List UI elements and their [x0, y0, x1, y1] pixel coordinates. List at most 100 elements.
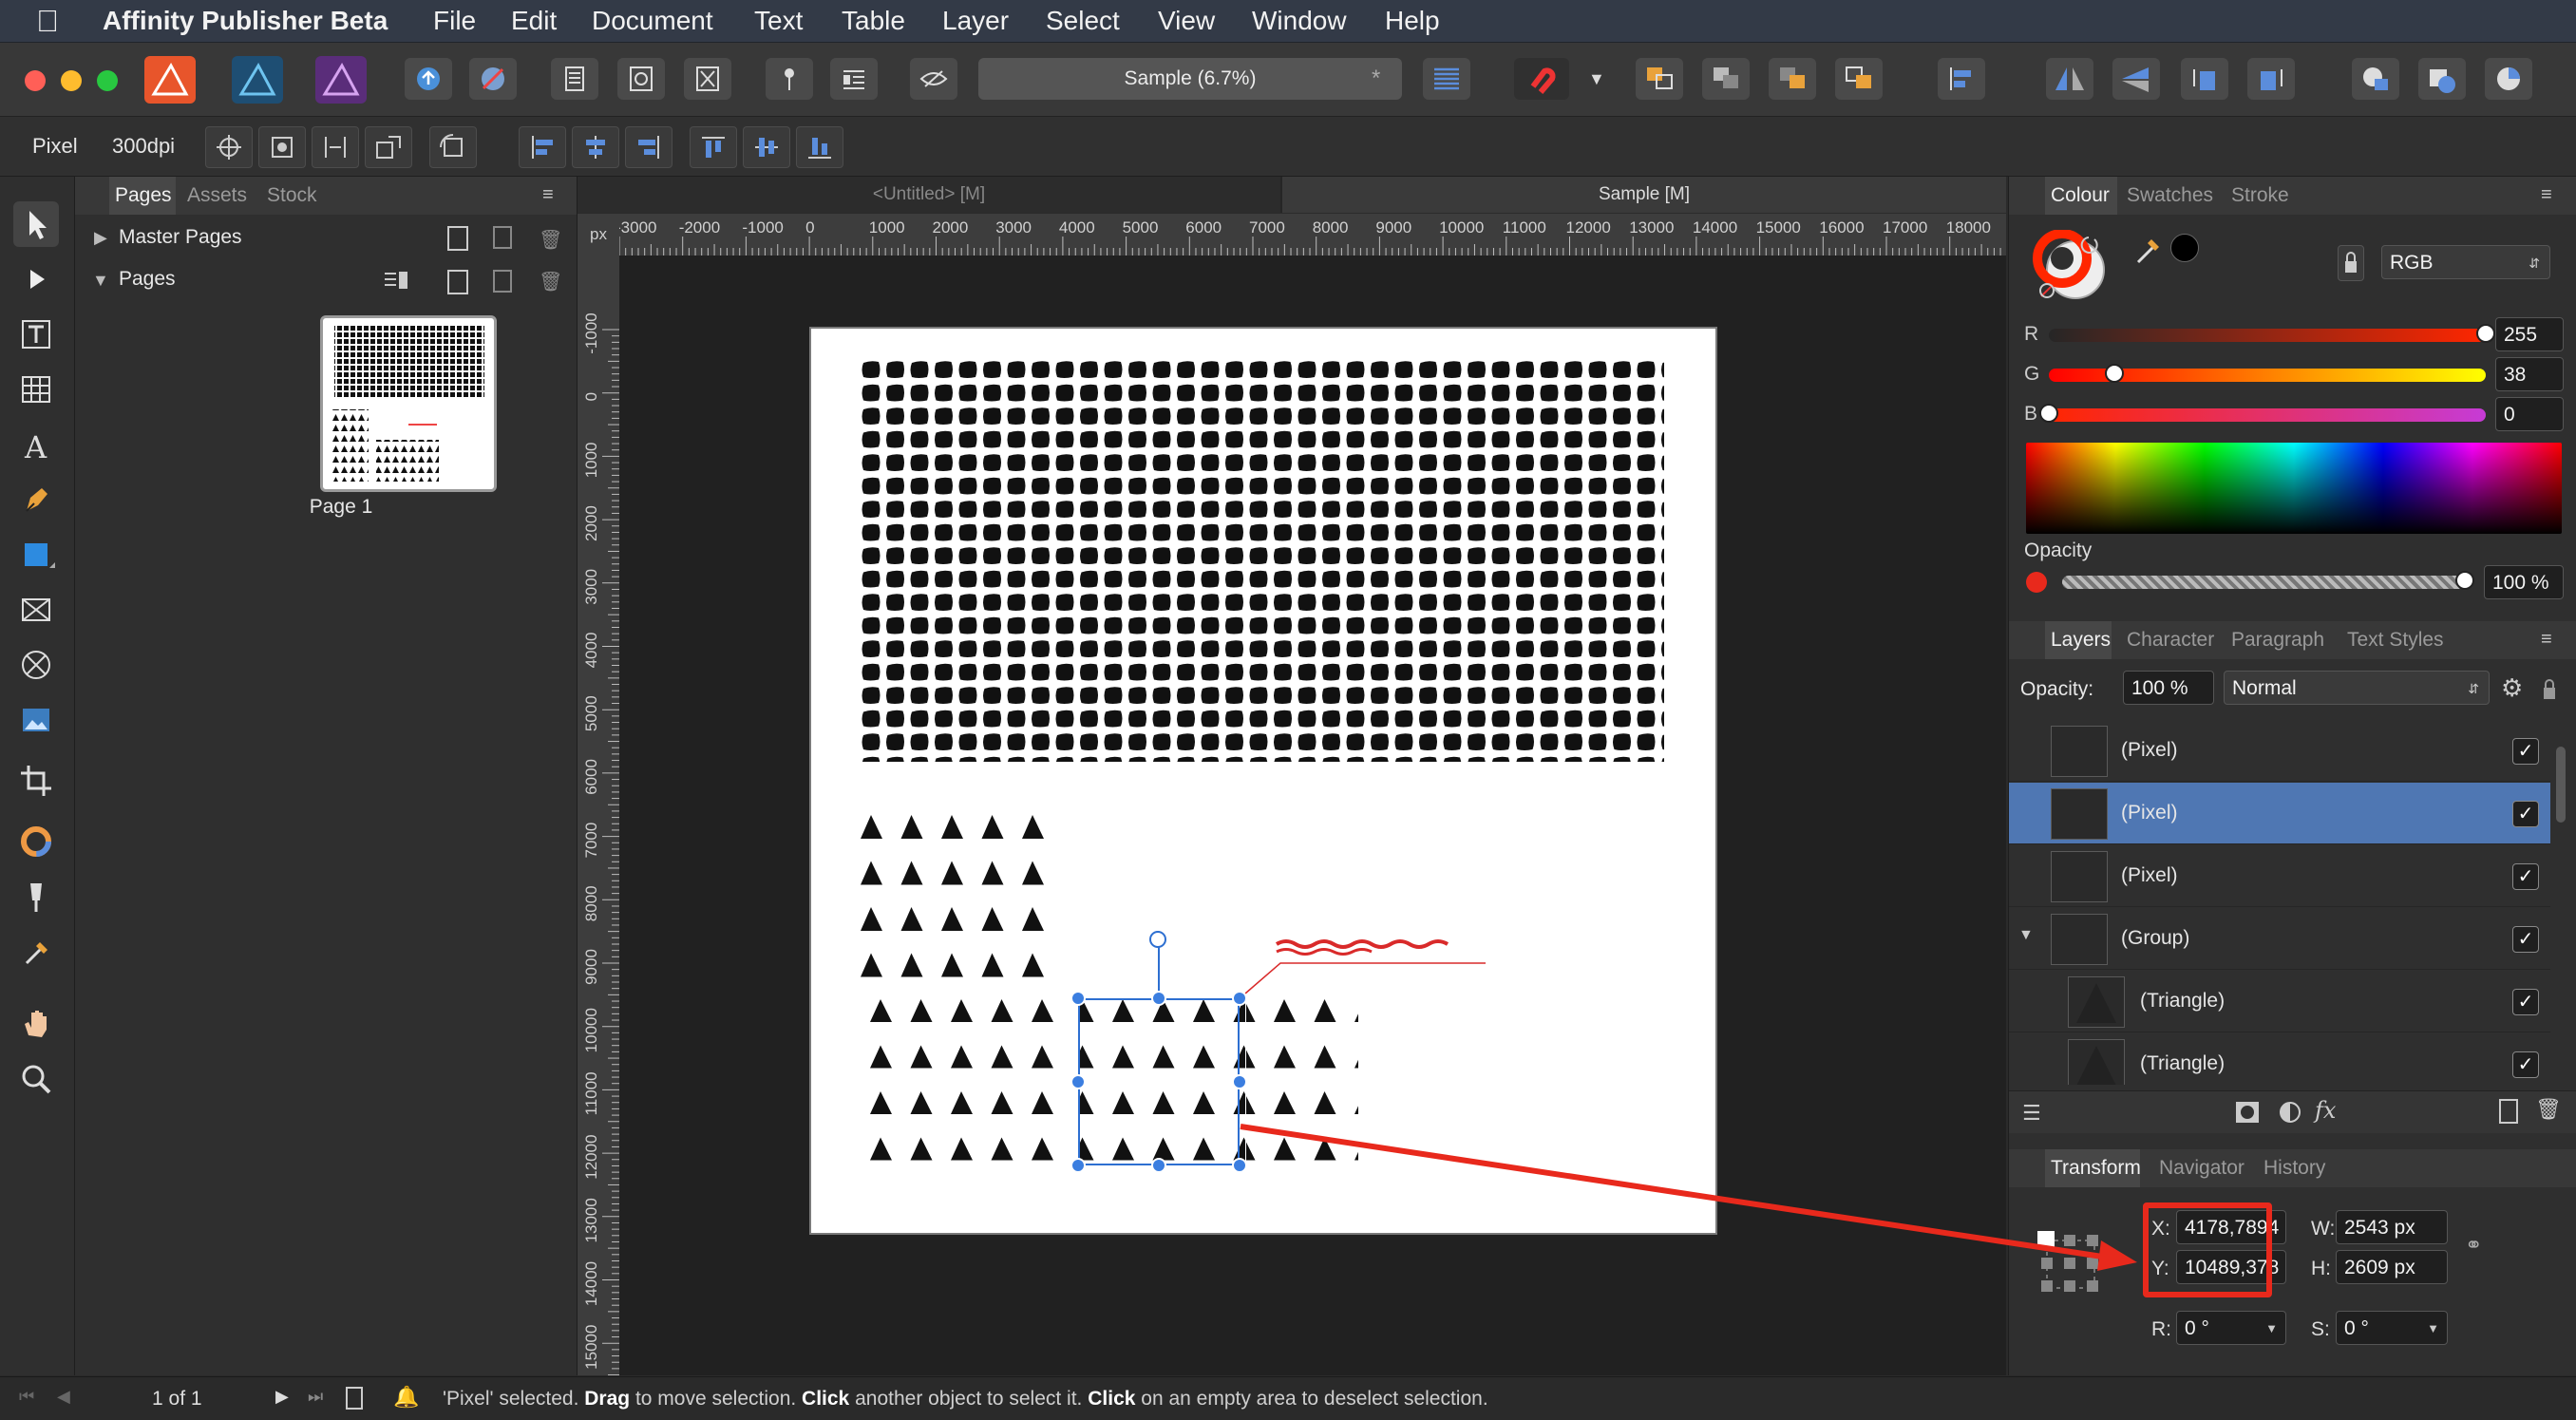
align-middle-icon[interactable] — [743, 126, 790, 168]
designer-persona-icon[interactable] — [232, 56, 283, 104]
g-value-field[interactable]: 38 — [2495, 357, 2564, 391]
frame-icon[interactable] — [684, 58, 731, 100]
r-value-field[interactable]: 255 — [2495, 317, 2564, 351]
link-proportions-icon[interactable]: ⚭ — [2465, 1233, 2482, 1258]
menu-text[interactable]: Text — [754, 0, 803, 42]
resize-handle-top-right[interactable] — [1232, 991, 1247, 1006]
b-slider-track[interactable] — [2039, 404, 2486, 423]
resize-icon[interactable] — [365, 126, 412, 168]
r-slider-knob[interactable] — [2476, 324, 2495, 343]
fill-tool-icon[interactable] — [13, 819, 59, 864]
move-tool-icon[interactable] — [13, 201, 59, 247]
minimize-window-button[interactable] — [61, 70, 82, 91]
add-operation-icon[interactable] — [2352, 58, 2399, 100]
master-pages-label[interactable]: Master Pages — [119, 226, 242, 249]
menu-view[interactable]: View — [1158, 0, 1215, 42]
master-page-duplicate-icon[interactable] — [493, 226, 512, 249]
opacity-value-field[interactable]: 100 % — [2484, 565, 2564, 599]
flip-vertical-icon[interactable] — [2112, 58, 2160, 100]
unit-label[interactable]: Pixel — [32, 117, 78, 176]
fx-icon[interactable]: fx — [2315, 1097, 2336, 1124]
menu-help[interactable]: Help — [1385, 0, 1440, 42]
rotate-icon[interactable] — [429, 126, 477, 168]
view-mode-icon[interactable] — [617, 58, 665, 100]
layer-settings-gear-icon[interactable]: ⚙ — [2501, 674, 2523, 701]
layer-visibility-checkbox[interactable]: ✓ — [2512, 801, 2539, 827]
opacity-slider-knob[interactable] — [2455, 571, 2474, 590]
menu-select[interactable]: Select — [1046, 0, 1120, 42]
menu-document[interactable]: Document — [592, 0, 713, 42]
layer-row[interactable]: (Pixel) ✓ — [2009, 783, 2550, 844]
layer-visibility-checkbox[interactable]: ✓ — [2512, 863, 2539, 890]
add-pixel-layer-icon[interactable] — [2499, 1099, 2518, 1124]
dpi-label[interactable]: 300dpi — [112, 117, 175, 176]
move-front-icon[interactable] — [1835, 58, 1883, 100]
page-icon[interactable] — [346, 1387, 363, 1410]
align-left-icon[interactable] — [519, 126, 566, 168]
align-right-icon[interactable] — [625, 126, 672, 168]
app-menu[interactable]: Affinity Publisher Beta — [103, 0, 388, 42]
height-field[interactable]: 2609 px — [2336, 1250, 2448, 1284]
pages-section-label[interactable]: Pages — [119, 268, 176, 291]
shear-field[interactable]: 0 ° ▼ — [2336, 1311, 2448, 1345]
menu-layer[interactable]: Layer — [942, 0, 1009, 42]
g-slider-track[interactable] — [2049, 364, 2486, 383]
duplicate-page-icon[interactable] — [493, 270, 512, 293]
eyedropper-icon[interactable] — [2131, 230, 2169, 268]
rotation-handle[interactable] — [1149, 931, 1166, 948]
layer-row[interactable]: ▼ (Group) ✓ — [2009, 908, 2550, 970]
g-slider-knob[interactable] — [2104, 364, 2124, 383]
layers-panel-menu-icon[interactable]: ≡ — [2541, 629, 2552, 651]
frame-text-tool-icon[interactable] — [13, 312, 59, 357]
lock-icon[interactable] — [2338, 245, 2364, 281]
mask-layer-icon[interactable] — [2233, 1099, 2262, 1126]
menu-window[interactable]: Window — [1252, 0, 1347, 42]
blend-mode-select[interactable]: Normal ⇵ — [2224, 671, 2490, 705]
rotate-left-icon[interactable] — [2181, 58, 2228, 100]
colour-spectrum[interactable] — [2026, 443, 2562, 534]
zoom-window-button[interactable] — [97, 70, 118, 91]
rectangle-tool-icon[interactable] — [13, 532, 59, 577]
layer-row[interactable]: (Pixel) ✓ — [2009, 720, 2550, 782]
add-page-icon[interactable] — [447, 270, 468, 294]
picture-frame-rectangle-tool-icon[interactable] — [13, 587, 59, 633]
next-page-icon[interactable]: ▶ — [275, 1387, 289, 1407]
colour-model-select[interactable]: RGB ⇵ — [2381, 245, 2550, 279]
tab-stock[interactable]: Stock — [267, 177, 317, 215]
delete-layer-icon[interactable]: 🗑 — [2535, 1097, 2562, 1122]
table-tool-icon[interactable] — [13, 367, 59, 412]
tab-history[interactable]: History — [2263, 1149, 2325, 1187]
last-page-icon[interactable]: ⏭ — [308, 1387, 323, 1407]
move-backward-icon[interactable] — [1702, 58, 1750, 100]
panel-menu-icon[interactable]: ≡ — [542, 184, 554, 206]
zoom-tool-icon[interactable] — [13, 1056, 59, 1102]
document-selector[interactable]: Sample (6.7%) * — [978, 58, 1402, 100]
tab-stroke[interactable]: Stroke — [2231, 177, 2289, 215]
menu-edit[interactable]: Edit — [511, 0, 557, 42]
view-tool-hand-icon[interactable] — [13, 1001, 59, 1047]
preflight-icon[interactable] — [551, 58, 598, 100]
align-center-icon[interactable] — [572, 126, 619, 168]
hide-icon[interactable] — [910, 58, 957, 100]
distribute-icon[interactable] — [312, 126, 359, 168]
tab-colour[interactable]: Colour — [2051, 177, 2110, 215]
colour-panel-menu-icon[interactable]: ≡ — [2541, 184, 2552, 206]
align-bottom-icon[interactable] — [796, 126, 843, 168]
b-value-field[interactable]: 0 — [2495, 397, 2564, 431]
publisher-persona-icon[interactable] — [144, 56, 196, 104]
apple-menu-icon[interactable]:  — [36, 0, 59, 42]
tab-assets[interactable]: Assets — [187, 177, 247, 215]
menu-table[interactable]: Table — [842, 0, 905, 42]
tab-character[interactable]: Character — [2127, 621, 2214, 659]
resize-handle-left[interactable] — [1070, 1074, 1086, 1089]
resize-handle-bottom-left[interactable] — [1070, 1158, 1086, 1173]
width-field[interactable]: 2543 px — [2336, 1210, 2448, 1244]
notification-bell-icon[interactable]: 🔔 — [393, 1385, 419, 1410]
resize-handle-top[interactable] — [1151, 991, 1166, 1006]
no-share-icon[interactable] — [469, 58, 517, 100]
close-window-button[interactable] — [25, 70, 46, 91]
tab-layers[interactable]: Layers — [2051, 621, 2111, 659]
b-slider-knob[interactable] — [2039, 404, 2058, 423]
crop-tool-icon[interactable] — [13, 758, 59, 804]
node-tool-icon[interactable] — [13, 256, 59, 302]
